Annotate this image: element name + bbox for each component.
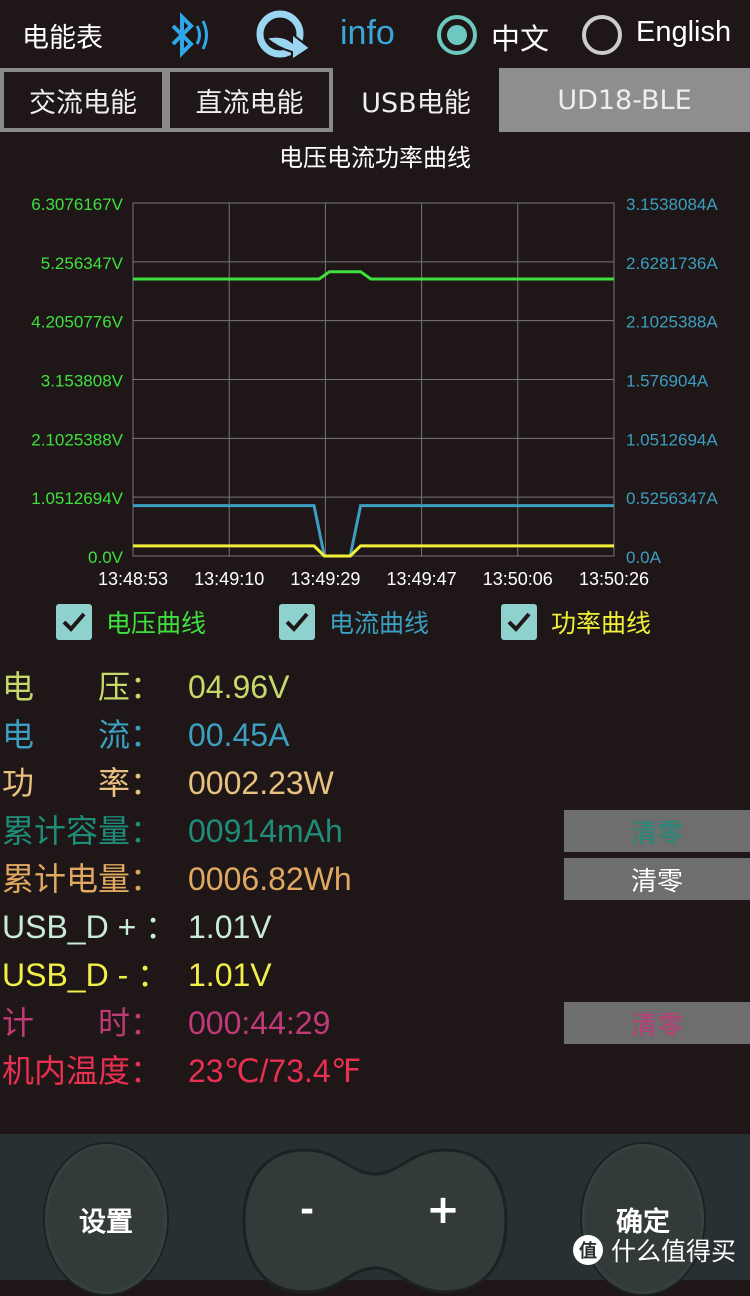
minus-button[interactable]: - — [262, 1180, 352, 1240]
x-tick-label: 13:50:26 — [579, 569, 649, 589]
reading-label: USB_D - ： — [2, 957, 170, 993]
series-line-A — [133, 504, 614, 558]
legend-label: 电压曲线 — [106, 609, 207, 638]
right-tick-label: 1.0512694A — [626, 430, 718, 449]
right-tick-label: 3.1538084A — [626, 195, 718, 214]
plus-button[interactable]: + — [398, 1180, 488, 1240]
reading-label: 功 率： — [2, 765, 163, 801]
right-tick-label: 0.5256347A — [626, 489, 718, 508]
reading-value: 04.96V — [188, 669, 290, 705]
reading-label: 机内温度： — [2, 1053, 163, 1089]
x-tick-label: 13:49:29 — [290, 569, 360, 589]
chart-legend: 电压曲线 电流曲线 功率曲线 — [0, 604, 750, 644]
reading-value: 000:44:29 — [188, 1005, 331, 1041]
reading-row: USB_D + ： 1.01V — [2, 902, 272, 948]
reading-row: 累计容量： 00914mAh — [2, 806, 343, 852]
control-bar: 设置 - + 确定 值什么值得买 — [0, 1134, 750, 1294]
checkbox-checked-icon[interactable] — [501, 604, 537, 640]
left-tick-label: 0.0V — [88, 548, 124, 567]
reading-label: 累计电量： — [2, 861, 163, 897]
reading-label: 电 压： — [2, 669, 163, 705]
x-tick-label: 13:49:47 — [387, 569, 457, 589]
reading-value: 0006.82Wh — [188, 861, 352, 897]
line-chart: 0.0V 0.0A 1.0512694V 0.5256347A 2.1025388V 1.… — [31, 195, 718, 589]
clear-button[interactable]: 清零 — [564, 858, 750, 900]
reading-label: 累计容量： — [2, 813, 163, 849]
reading-label: 电 流： — [2, 717, 163, 753]
reading-label: 计 时： — [2, 1005, 163, 1041]
series-line-W — [133, 544, 614, 558]
reading-row: USB_D - ： 1.01V — [2, 950, 272, 996]
reading-row: 机内温度： 23℃/73.4℉ — [2, 1046, 361, 1092]
watermark: 值什么值得买 — [572, 1232, 736, 1268]
series-line-V — [133, 270, 614, 281]
left-tick-label: 4.2050776V — [31, 313, 123, 332]
left-tick-label: 3.153808V — [41, 372, 124, 391]
reading-value: 0002.23W — [188, 765, 334, 801]
reading-value: 23℃/73.4℉ — [188, 1053, 362, 1089]
reading-label: USB_D + ： — [2, 909, 178, 945]
x-tick-label: 13:49:10 — [194, 569, 264, 589]
watermark-badge: 值 — [572, 1235, 603, 1265]
clear-button[interactable]: 清零 — [564, 1002, 750, 1044]
checkbox-checked-icon[interactable] — [279, 604, 315, 640]
right-tick-label: 1.576904A — [626, 372, 709, 391]
legend-current[interactable]: 电流曲线 — [279, 604, 429, 640]
legend-label: 电流曲线 — [329, 609, 430, 638]
reading-value: 00914mAh — [188, 813, 343, 849]
x-tick-label: 13:50:06 — [483, 569, 553, 589]
reading-row: 电 流： 00.45A — [2, 710, 289, 756]
right-tick-label: 2.1025388A — [626, 313, 718, 332]
legend-power[interactable]: 功率曲线 — [501, 604, 651, 640]
settings-button[interactable]: 设置 — [45, 1144, 167, 1294]
checkbox-checked-icon[interactable] — [56, 604, 92, 640]
x-tick-label: 13:48:53 — [98, 569, 168, 589]
reading-value: 00.45A — [188, 717, 290, 753]
legend-voltage[interactable]: 电压曲线 — [56, 604, 206, 640]
right-tick-label: 2.6281736A — [626, 254, 718, 273]
reading-value: 1.01V — [188, 909, 272, 945]
left-tick-label: 1.0512694V — [31, 489, 123, 508]
left-tick-label: 5.256347V — [41, 254, 124, 273]
clear-button[interactable]: 清零 — [564, 810, 750, 852]
left-tick-label: 6.3076167V — [31, 195, 123, 214]
reading-value: 1.01V — [188, 957, 272, 993]
confirm-button[interactable]: 确定 — [582, 1144, 704, 1294]
reading-row: 计 时： 000:44:29 — [2, 998, 330, 1044]
left-tick-label: 2.1025388V — [31, 430, 123, 449]
reading-row: 累计电量： 0006.82Wh — [2, 854, 352, 900]
right-tick-label: 0.0A — [626, 548, 662, 567]
watermark-text: 什么值得买 — [610, 1237, 736, 1266]
reading-row: 功 率： 0002.23W — [2, 758, 334, 804]
reading-row: 电 压： 04.96V — [2, 662, 289, 708]
legend-label: 功率曲线 — [551, 609, 652, 638]
